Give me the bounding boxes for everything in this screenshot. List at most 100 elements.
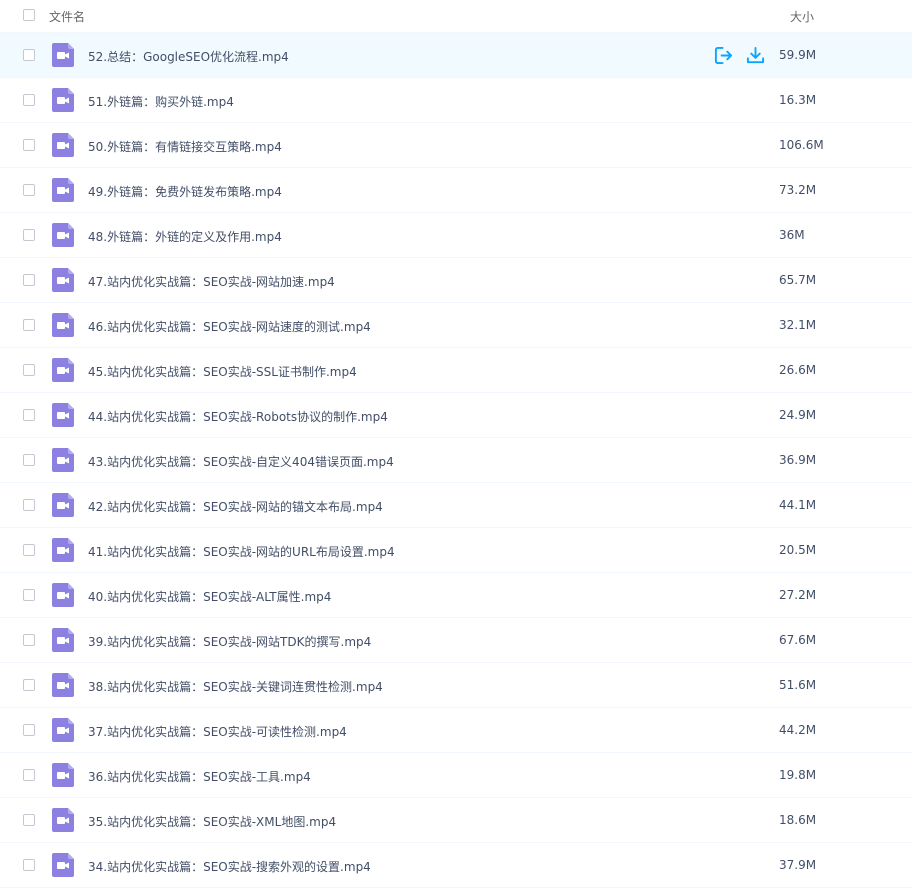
file-size: 26.6M xyxy=(779,363,817,377)
file-name[interactable]: 42.站内优化实战篇：SEO实战-网站的锚文本布局.mp4 xyxy=(88,498,383,515)
file-name[interactable]: 40.站内优化实战篇：SEO实战-ALT属性.mp4 xyxy=(88,588,331,605)
file-name[interactable]: 50.外链篇：有情链接交互策略.mp4 xyxy=(88,138,282,155)
file-size: 67.6M xyxy=(779,633,817,647)
file-size: 36M xyxy=(779,228,805,242)
row-checkbox[interactable] xyxy=(23,454,35,466)
file-name[interactable]: 38.站内优化实战篇：SEO实战-关键词连贯性检测.mp4 xyxy=(88,678,383,695)
row-checkbox[interactable] xyxy=(23,184,35,196)
file-row[interactable]: 52.总结：GoogleSEO优化流程.mp4 59.9M xyxy=(0,33,912,78)
file-name[interactable]: 45.站内优化实战篇：SEO实战-SSL证书制作.mp4 xyxy=(88,363,357,380)
file-row[interactable]: 36.站内优化实战篇：SEO实战-工具.mp4 19.8M xyxy=(0,753,912,798)
file-row[interactable]: 51.外链篇：购买外链.mp4 16.3M xyxy=(0,78,912,123)
row-checkbox[interactable] xyxy=(23,49,35,61)
video-file-icon xyxy=(52,853,74,877)
file-name[interactable]: 46.站内优化实战篇：SEO实战-网站速度的测试.mp4 xyxy=(88,318,371,335)
file-name[interactable]: 35.站内优化实战篇：SEO实战-XML地图.mp4 xyxy=(88,813,336,830)
row-checkbox[interactable] xyxy=(23,94,35,106)
row-checkbox[interactable] xyxy=(23,499,35,511)
file-name[interactable]: 52.总结：GoogleSEO优化流程.mp4 xyxy=(88,48,289,65)
file-size: 27.2M xyxy=(779,588,817,602)
row-checkbox[interactable] xyxy=(23,589,35,601)
file-row[interactable]: 39.站内优化实战篇：SEO实战-网站TDK的撰写.mp4 67.6M xyxy=(0,618,912,663)
row-checkbox[interactable] xyxy=(23,139,35,151)
file-size: 32.1M xyxy=(779,318,817,332)
file-row[interactable]: 43.站内优化实战篇：SEO实战-自定义404错误页面.mp4 36.9M xyxy=(0,438,912,483)
file-name[interactable]: 44.站内优化实战篇：SEO实战-Robots协议的制作.mp4 xyxy=(88,408,388,425)
file-size: 24.9M xyxy=(779,408,817,422)
file-size: 106.6M xyxy=(779,138,824,152)
video-file-icon xyxy=(52,403,74,427)
video-file-icon xyxy=(52,223,74,247)
file-size: 59.9M xyxy=(779,48,817,62)
file-row[interactable]: 41.站内优化实战篇：SEO实战-网站的URL布局设置.mp4 20.5M xyxy=(0,528,912,573)
video-file-icon xyxy=(52,628,74,652)
file-size: 65.7M xyxy=(779,273,817,287)
file-name[interactable]: 37.站内优化实战篇：SEO实战-可读性检测.mp4 xyxy=(88,723,347,740)
video-file-icon xyxy=(52,313,74,337)
video-file-icon xyxy=(52,178,74,202)
file-size: 44.1M xyxy=(779,498,817,512)
file-name[interactable]: 43.站内优化实战篇：SEO实战-自定义404错误页面.mp4 xyxy=(88,453,394,470)
file-size: 73.2M xyxy=(779,183,817,197)
row-checkbox[interactable] xyxy=(23,274,35,286)
column-header-name[interactable]: 文件名 xyxy=(49,8,85,25)
file-size: 36.9M xyxy=(779,453,817,467)
file-name[interactable]: 51.外链篇：购买外链.mp4 xyxy=(88,93,234,110)
video-file-icon xyxy=(52,43,74,67)
file-size: 20.5M xyxy=(779,543,817,557)
file-row[interactable]: 48.外链篇：外链的定义及作用.mp4 36M xyxy=(0,213,912,258)
row-checkbox[interactable] xyxy=(23,859,35,871)
row-checkbox[interactable] xyxy=(23,679,35,691)
file-name[interactable]: 41.站内优化实战篇：SEO实战-网站的URL布局设置.mp4 xyxy=(88,543,395,560)
file-row[interactable]: 38.站内优化实战篇：SEO实战-关键词连贯性检测.mp4 51.6M xyxy=(0,663,912,708)
file-row[interactable]: 46.站内优化实战篇：SEO实战-网站速度的测试.mp4 32.1M xyxy=(0,303,912,348)
file-row[interactable]: 50.外链篇：有情链接交互策略.mp4 106.6M xyxy=(0,123,912,168)
file-row[interactable]: 42.站内优化实战篇：SEO实战-网站的锚文本布局.mp4 44.1M xyxy=(0,483,912,528)
file-row[interactable]: 34.站内优化实战篇：SEO实战-搜索外观的设置.mp4 37.9M xyxy=(0,843,912,888)
video-file-icon xyxy=(52,88,74,112)
row-checkbox[interactable] xyxy=(23,319,35,331)
video-file-icon xyxy=(52,133,74,157)
video-file-icon xyxy=(52,493,74,517)
row-checkbox[interactable] xyxy=(23,814,35,826)
video-file-icon xyxy=(52,718,74,742)
file-name[interactable]: 49.外链篇：免费外链发布策略.mp4 xyxy=(88,183,282,200)
video-file-icon xyxy=(52,583,74,607)
row-checkbox[interactable] xyxy=(23,724,35,736)
file-list: 52.总结：GoogleSEO优化流程.mp4 59.9M 51.外链篇：购买外… xyxy=(0,33,912,888)
file-size: 19.8M xyxy=(779,768,817,782)
file-row[interactable]: 44.站内优化实战篇：SEO实战-Robots协议的制作.mp4 24.9M xyxy=(0,393,912,438)
file-name[interactable]: 36.站内优化实战篇：SEO实战-工具.mp4 xyxy=(88,768,311,785)
video-file-icon xyxy=(52,538,74,562)
file-row[interactable]: 47.站内优化实战篇：SEO实战-网站加速.mp4 65.7M xyxy=(0,258,912,303)
video-file-icon xyxy=(52,808,74,832)
video-file-icon xyxy=(52,763,74,787)
row-checkbox[interactable] xyxy=(23,409,35,421)
file-row[interactable]: 45.站内优化实战篇：SEO实战-SSL证书制作.mp4 26.6M xyxy=(0,348,912,393)
file-row[interactable]: 40.站内优化实战篇：SEO实战-ALT属性.mp4 27.2M xyxy=(0,573,912,618)
column-header-size[interactable]: 大小 xyxy=(790,8,814,25)
row-checkbox[interactable] xyxy=(23,634,35,646)
file-size: 37.9M xyxy=(779,858,817,872)
share-icon[interactable] xyxy=(714,46,733,65)
file-row[interactable]: 35.站内优化实战篇：SEO实战-XML地图.mp4 18.6M xyxy=(0,798,912,843)
row-checkbox[interactable] xyxy=(23,544,35,556)
file-name[interactable]: 47.站内优化实战篇：SEO实战-网站加速.mp4 xyxy=(88,273,335,290)
row-checkbox[interactable] xyxy=(23,229,35,241)
file-name[interactable]: 39.站内优化实战篇：SEO实战-网站TDK的撰写.mp4 xyxy=(88,633,371,650)
file-row[interactable]: 37.站内优化实战篇：SEO实战-可读性检测.mp4 44.2M xyxy=(0,708,912,753)
row-checkbox[interactable] xyxy=(23,769,35,781)
video-file-icon xyxy=(52,673,74,697)
file-list-header: 文件名 大小 xyxy=(0,0,912,33)
file-size: 44.2M xyxy=(779,723,817,737)
row-checkbox[interactable] xyxy=(23,364,35,376)
video-file-icon xyxy=(52,448,74,472)
file-row[interactable]: 49.外链篇：免费外链发布策略.mp4 73.2M xyxy=(0,168,912,213)
file-name[interactable]: 34.站内优化实战篇：SEO实战-搜索外观的设置.mp4 xyxy=(88,858,371,875)
file-size: 16.3M xyxy=(779,93,817,107)
file-size: 18.6M xyxy=(779,813,817,827)
select-all-checkbox[interactable] xyxy=(23,9,35,21)
download-icon[interactable] xyxy=(746,46,765,65)
file-name[interactable]: 48.外链篇：外链的定义及作用.mp4 xyxy=(88,228,282,245)
video-file-icon xyxy=(52,358,74,382)
